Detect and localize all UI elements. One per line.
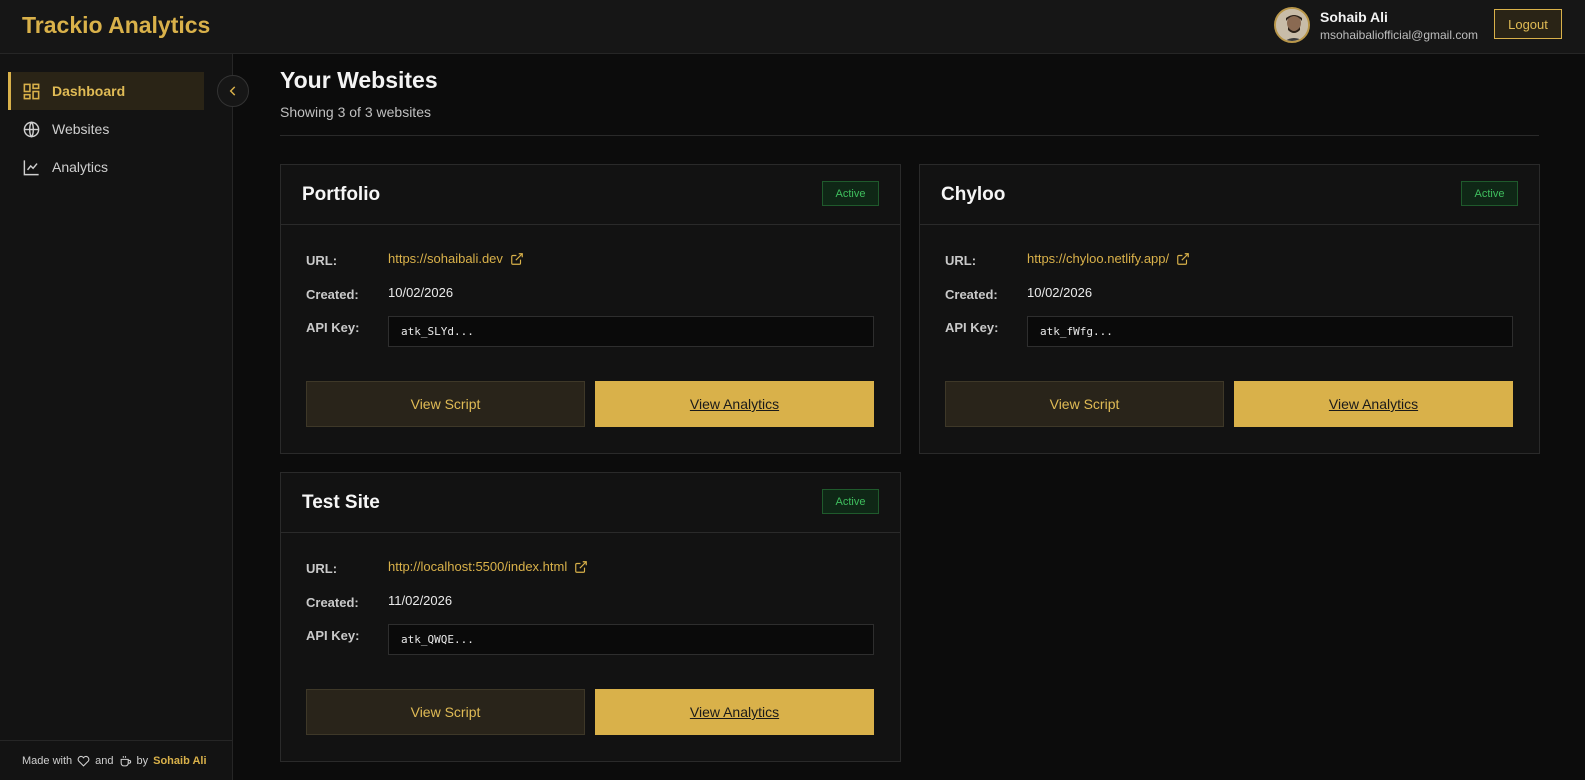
sidebar-item-websites[interactable]: Websites — [8, 110, 204, 148]
created-date: 11/02/2026 — [388, 593, 453, 608]
website-url-link[interactable]: https://chyloo.netlify.app/ — [1027, 251, 1190, 266]
sidebar: Dashboard Websites Analytics Made with a… — [0, 54, 233, 780]
card-title: Test Site — [302, 492, 380, 513]
url-label: URL: — [306, 561, 338, 576]
created-date: 10/02/2026 — [388, 285, 454, 300]
status-badge: Active — [1461, 181, 1518, 206]
view-analytics-button[interactable]: View Analytics — [1234, 381, 1513, 427]
url-label: URL: — [945, 253, 977, 268]
api-key-field[interactable]: atk_SLYd... — [388, 316, 874, 347]
sidebar-collapse-button[interactable] — [217, 75, 249, 107]
external-link-icon — [511, 252, 523, 265]
card-title: Portfolio — [302, 184, 381, 205]
website-url-link[interactable]: http://localhost:5500/index.html — [388, 559, 588, 574]
user-email: msohaibaliofficial@gmail.com — [1320, 28, 1479, 42]
sidebar-item-analytics[interactable]: Analytics — [8, 148, 204, 186]
status-badge: Active — [822, 181, 879, 206]
globe-icon — [22, 120, 41, 139]
footer-by: by — [136, 754, 149, 767]
api-key-field[interactable]: atk_QWQE... — [388, 624, 874, 655]
created-label: Created: — [945, 287, 998, 302]
api-key-label: API Key: — [306, 628, 360, 643]
api-key-label: API Key: — [306, 320, 360, 335]
heart-icon — [77, 755, 90, 767]
avatar[interactable] — [1274, 7, 1310, 43]
card-title: Chyloo — [941, 184, 1006, 205]
url-text: https://sohaibali.dev — [388, 251, 503, 266]
footer-made-with: Made with — [22, 754, 73, 767]
page-title: Your Websites — [280, 67, 438, 93]
card-header: Chyloo Active — [920, 165, 1539, 225]
external-link-icon — [1177, 252, 1189, 265]
divider — [280, 135, 1539, 136]
view-script-button[interactable]: View Script — [945, 381, 1224, 427]
status-badge: Active — [822, 489, 879, 514]
sidebar-item-label: Websites — [52, 121, 110, 137]
user-name: Sohaib Ali — [1320, 9, 1388, 25]
website-card-portfolio: Portfolio Active URL: https://sohaibali.… — [280, 164, 901, 454]
url-label: URL: — [306, 253, 338, 268]
view-script-button[interactable]: View Script — [306, 381, 585, 427]
website-url-link[interactable]: https://sohaibali.dev — [388, 251, 524, 266]
logout-button[interactable]: Logout — [1494, 9, 1562, 39]
page-subtitle: Showing 3 of 3 websites — [280, 104, 431, 120]
sidebar-footer: Made with and by Sohaib Ali — [0, 740, 233, 780]
card-header: Portfolio Active — [281, 165, 900, 225]
website-card-test-site: Test Site Active URL: http://localhost:5… — [280, 472, 901, 762]
sidebar-item-label: Dashboard — [52, 83, 126, 99]
view-analytics-button[interactable]: View Analytics — [595, 381, 874, 427]
sidebar-item-label: Analytics — [52, 159, 109, 175]
api-key-label: API Key: — [945, 320, 999, 335]
created-date: 10/02/2026 — [1027, 285, 1093, 300]
external-link-icon — [575, 560, 588, 573]
created-label: Created: — [306, 595, 359, 610]
view-script-button[interactable]: View Script — [306, 689, 585, 735]
chevron-left-icon — [229, 86, 236, 96]
footer-and: and — [95, 754, 114, 767]
top-bar: Trackio Analytics Sohaib Ali msohaibalio… — [0, 0, 1585, 54]
coffee-icon — [119, 755, 132, 767]
footer-author-link[interactable]: Sohaib Ali — [153, 755, 206, 767]
created-label: Created: — [306, 287, 359, 302]
line-chart-icon — [22, 158, 41, 177]
sidebar-item-dashboard[interactable]: Dashboard — [8, 72, 204, 110]
url-text: http://localhost:5500/index.html — [388, 559, 568, 574]
view-analytics-button[interactable]: View Analytics — [595, 689, 874, 735]
url-text: https://chyloo.netlify.app/ — [1027, 251, 1170, 266]
website-card-chyloo: Chyloo Active URL: https://chyloo.netlif… — [919, 164, 1540, 454]
card-header: Test Site Active — [281, 473, 900, 533]
api-key-field[interactable]: atk_fWfg... — [1027, 316, 1513, 347]
brand-title[interactable]: Trackio Analytics — [22, 12, 210, 39]
dashboard-grid-icon — [22, 82, 41, 101]
